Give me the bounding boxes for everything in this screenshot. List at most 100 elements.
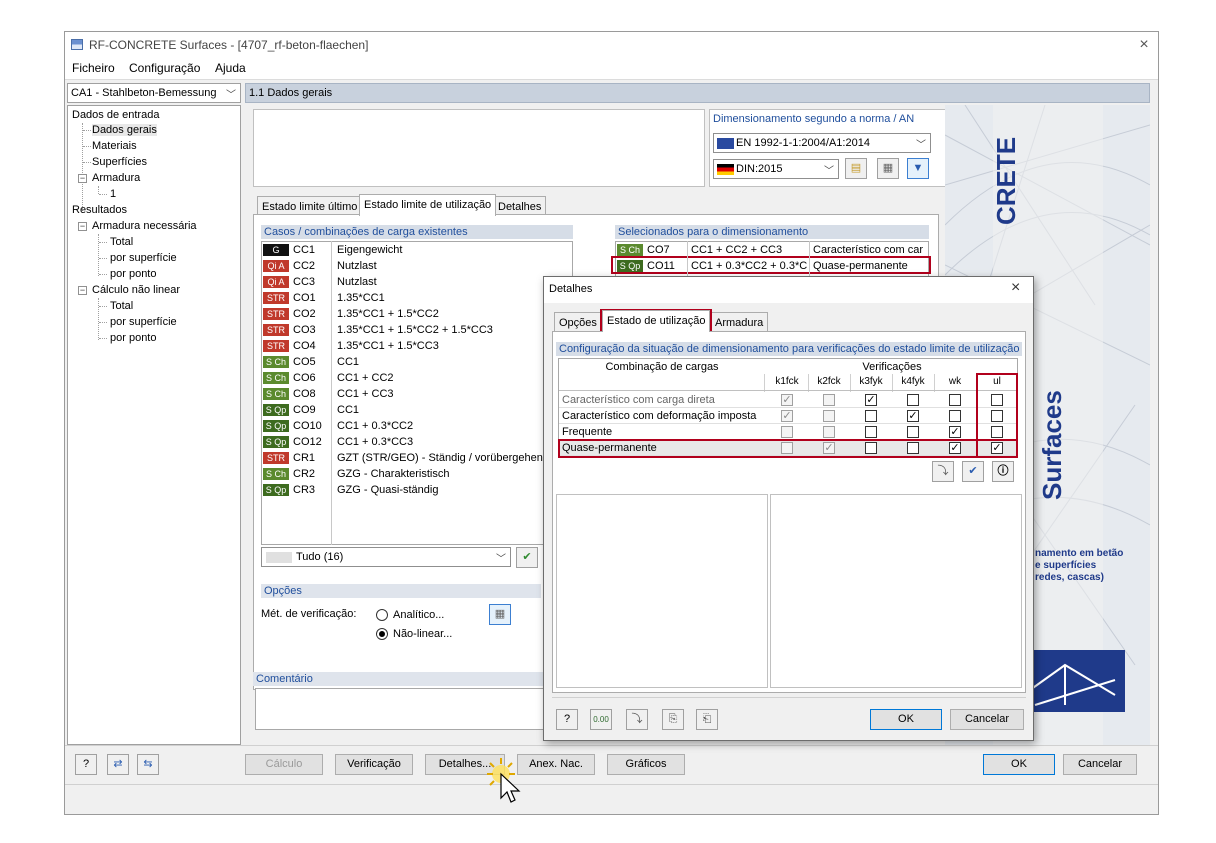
load-case-name: GZG - Charakteristisch	[337, 468, 450, 480]
check-checkbox[interactable]	[865, 410, 877, 422]
radio-nonlinear[interactable]	[376, 628, 388, 640]
dialog-close-icon[interactable]: ×	[1011, 279, 1020, 297]
load-case-row[interactable]: S Ch CO6 CC1 + CC2	[263, 371, 571, 387]
load-case-row[interactable]: Qi A CC2 Nutzlast	[263, 259, 571, 275]
load-case-row[interactable]: STR CO3 1.35*CC1 + 1.5*CC2 + 1.5*CC3	[263, 323, 571, 339]
check-checkbox[interactable]	[865, 426, 877, 438]
tree-nonlinear[interactable]: Cálculo não linear	[92, 284, 180, 296]
dialog-save-button[interactable]: ⎗	[696, 709, 718, 730]
reset-icon: ⤵	[631, 713, 643, 725]
load-case-row[interactable]: S Ch CO5 CC1	[263, 355, 571, 371]
load-case-row[interactable]: STR CR1 GZT (STR/GEO) - Ständig / vorüberg…	[263, 451, 571, 467]
load-case-row[interactable]: S Qp CR3 GZG - Quasi-ständig	[263, 483, 571, 499]
collapse-icon[interactable]: −	[78, 286, 87, 295]
check-checkbox[interactable]	[949, 394, 961, 406]
check-checkbox[interactable]: ✓	[781, 394, 793, 406]
filter-button[interactable]: ▼	[907, 158, 929, 179]
load-case-id: CO2	[293, 308, 316, 320]
dialog-tab-reinforcement[interactable]: Armadura	[710, 312, 769, 332]
edit-annex-button[interactable]: ▦	[877, 158, 899, 179]
dialog-tab-options[interactable]: Opções	[554, 312, 602, 332]
radio-analytic[interactable]	[376, 609, 388, 621]
tab-serviceability-limit-state[interactable]: Estado limite de utilização	[359, 194, 497, 216]
analytic-settings-button[interactable]: ▦	[489, 604, 511, 625]
load-case-badge: Qi A	[263, 260, 289, 272]
collapse-icon[interactable]: −	[78, 174, 87, 183]
tab-details[interactable]: Detalhes	[493, 196, 547, 216]
menu-settings[interactable]: Configuração	[129, 61, 200, 75]
collapse-icon[interactable]: −	[78, 222, 87, 231]
check-checkbox[interactable]: ✓	[907, 410, 919, 422]
check-checkbox[interactable]	[781, 426, 793, 438]
new-annex-button[interactable]: ▤	[845, 158, 867, 179]
select-loadcases-button[interactable]: ✔	[516, 547, 538, 568]
help-button[interactable]: ?	[75, 754, 97, 775]
tree-required-total[interactable]: Total	[110, 236, 133, 248]
load-case-row[interactable]: STR CO2 1.35*CC1 + 1.5*CC2	[263, 307, 571, 323]
check-checkbox[interactable]	[823, 394, 835, 406]
tab-ultimate-limit-state[interactable]: Estado limite último	[257, 196, 363, 216]
load-case-row[interactable]: S Qp CO12 CC1 + 0.3*CC3	[263, 435, 571, 451]
info-icon: ⓘ	[997, 465, 1009, 477]
load-case-row[interactable]: S Ch CO8 CC1 + CC3	[263, 387, 571, 403]
check-checkbox[interactable]	[823, 410, 835, 422]
verification-button[interactable]: Verificação	[335, 754, 413, 775]
tree-reinforcement-1[interactable]: 1	[110, 188, 116, 200]
load-case-filter-select[interactable]: Tudo (16) ﹀	[261, 547, 511, 567]
tree-general-data[interactable]: Dados gerais	[92, 124, 157, 136]
load-case-row[interactable]: G CC1 Eigengewicht	[263, 243, 571, 259]
dialog-load-button[interactable]: ⎘	[662, 709, 684, 730]
standard-select[interactable]: EN 1992-1-1:2004/A1:2014 ﹀	[713, 133, 931, 153]
load-case-row[interactable]: STR CO4 1.35*CC1 + 1.5*CC3	[263, 339, 571, 355]
graphics-button[interactable]: Gráficos	[607, 754, 685, 775]
import-button[interactable]: ⇄	[107, 754, 129, 775]
dialog-reset-button[interactable]: ⤵	[626, 709, 648, 730]
dialog-cancel-button[interactable]: Cancelar	[950, 709, 1024, 730]
export-button[interactable]: ⇆	[137, 754, 159, 775]
cancel-button[interactable]: Cancelar	[1063, 754, 1137, 775]
tree-nonlinear-by-surface[interactable]: por superfície	[110, 316, 177, 328]
comment-input[interactable]	[255, 688, 545, 730]
tree-surfaces[interactable]: Superfícies	[92, 156, 147, 168]
radio-analytic-label[interactable]: Analítico...	[393, 609, 444, 621]
load-case-row[interactable]: S Qp CO9 CC1	[263, 403, 571, 419]
load-case-row[interactable]: S Ch CR2 GZG - Charakteristisch	[263, 467, 571, 483]
national-annex-select[interactable]: DIN:2015 ﹀	[713, 159, 839, 179]
dialog-units-button[interactable]: 0.00	[590, 709, 612, 730]
dialog-tab-serviceability[interactable]: Estado de utilização	[602, 310, 711, 332]
check-checkbox[interactable]: ✓	[865, 394, 877, 406]
tree-required-reinforcement[interactable]: Armadura necessária	[92, 220, 197, 232]
tree-required-by-surface[interactable]: por superfície	[110, 252, 177, 264]
load-case-row[interactable]: Qi A CC3 Nutzlast	[263, 275, 571, 291]
reset-button[interactable]: ⤵	[932, 461, 954, 482]
check-checkbox[interactable]: ✓	[949, 426, 961, 438]
check-checkbox[interactable]	[907, 394, 919, 406]
close-window-icon[interactable]: ×	[1133, 34, 1155, 56]
dialog-ok-button[interactable]: OK	[870, 709, 942, 730]
tree-input-data[interactable]: Dados de entrada	[72, 109, 159, 121]
tree-nonlinear-by-point[interactable]: por ponto	[110, 332, 156, 344]
check-checkbox[interactable]	[823, 426, 835, 438]
selected-row[interactable]: S Qp CO11 CC1 + 0.3*CC2 + 0.3*C Quase-perma…	[617, 259, 927, 275]
tree-required-by-point[interactable]: por ponto	[110, 268, 156, 280]
load-case-row[interactable]: S Qp CO10 CC1 + 0.3*CC2	[263, 419, 571, 435]
dialog-help-button[interactable]: ?	[556, 709, 578, 730]
calculation-button[interactable]: Cálculo	[245, 754, 323, 775]
design-case-select[interactable]: CA1 - Stahlbeton-Bemessung ﹀	[67, 83, 241, 103]
radio-nonlinear-label[interactable]: Não-linear...	[393, 628, 452, 640]
ok-button[interactable]: OK	[983, 754, 1055, 775]
load-case-row[interactable]: STR CO1 1.35*CC1	[263, 291, 571, 307]
load-case-name: CC1	[337, 404, 360, 416]
tree-nonlinear-total[interactable]: Total	[110, 300, 133, 312]
info-button[interactable]: ⓘ	[992, 461, 1014, 482]
menu-file[interactable]: Ficheiro	[72, 61, 115, 75]
tree-materials[interactable]: Materiais	[92, 140, 137, 152]
tree-results[interactable]: Resultados	[72, 204, 127, 216]
check-checkbox[interactable]	[907, 426, 919, 438]
selected-row[interactable]: S Ch CO7 CC1 + CC2 + CC3 Característico com…	[617, 243, 927, 259]
check-checkbox[interactable]	[949, 410, 961, 422]
menu-help[interactable]: Ajuda	[215, 61, 246, 75]
check-checkbox[interactable]: ✓	[781, 410, 793, 422]
tree-reinforcement[interactable]: Armadura	[92, 172, 140, 184]
check-button[interactable]: ✔	[962, 461, 984, 482]
